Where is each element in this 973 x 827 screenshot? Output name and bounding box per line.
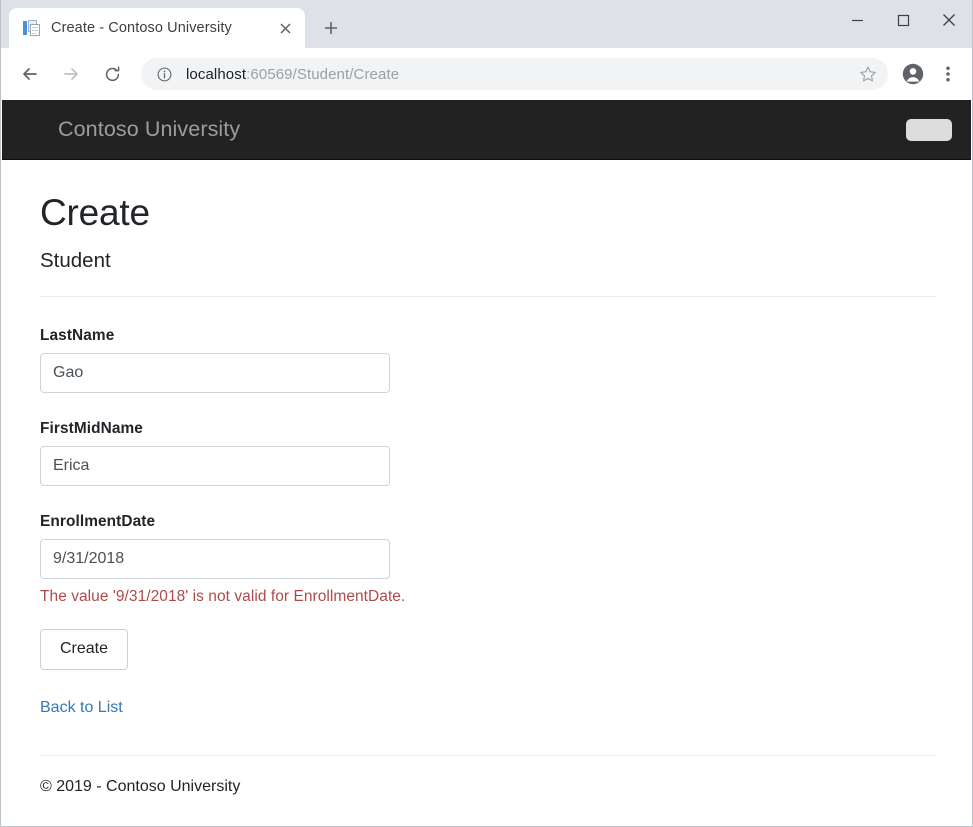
browser-tab[interactable]: Create - Contoso University xyxy=(9,8,305,48)
minimize-icon[interactable] xyxy=(834,0,880,40)
url-path: :60569/Student/Create xyxy=(246,66,399,83)
back-arrow-icon[interactable] xyxy=(15,59,45,89)
input-lastname[interactable] xyxy=(40,353,390,393)
input-enrollmentdate[interactable] xyxy=(40,539,390,579)
navbar-toggler-button[interactable] xyxy=(906,119,952,141)
footer-copyright: © 2019 - Contoso University xyxy=(40,778,935,796)
page-subtitle: Student xyxy=(40,249,935,274)
label-firstmidname: FirstMidName xyxy=(40,420,935,438)
page-viewport: Contoso University Create Student LastNa… xyxy=(2,100,971,826)
site-footer: © 2019 - Contoso University xyxy=(40,755,935,796)
create-student-form: LastName FirstMidName EnrollmentDate The… xyxy=(40,327,935,669)
page-title: Create xyxy=(40,192,935,235)
url-host: localhost xyxy=(186,66,246,83)
star-icon[interactable] xyxy=(854,60,882,88)
form-group-firstmidname: FirstMidName xyxy=(40,420,935,486)
address-bar[interactable]: localhost:60569/Student/Create xyxy=(141,58,888,90)
form-group-enrollmentdate: EnrollmentDate The value '9/31/2018' is … xyxy=(40,513,935,606)
address-bar-text: localhost:60569/Student/Create xyxy=(186,66,848,83)
navbar-brand[interactable]: Contoso University xyxy=(58,117,240,142)
document-icon xyxy=(23,20,40,37)
close-icon[interactable] xyxy=(926,0,972,40)
new-tab-button[interactable] xyxy=(315,12,347,44)
forward-arrow-icon xyxy=(56,59,86,89)
reload-icon[interactable] xyxy=(97,59,127,89)
kebab-menu-icon[interactable] xyxy=(934,59,962,89)
maximize-icon[interactable] xyxy=(880,0,926,40)
label-lastname: LastName xyxy=(40,327,935,345)
tab-title: Create - Contoso University xyxy=(51,20,267,36)
browser-toolbar: localhost:60569/Student/Create xyxy=(1,48,972,100)
info-circle-icon[interactable] xyxy=(155,65,173,83)
window-controls xyxy=(834,0,972,40)
create-button[interactable]: Create xyxy=(40,629,128,669)
back-link-wrapper: Back to List xyxy=(40,699,935,717)
close-icon[interactable] xyxy=(273,16,297,40)
validation-error-enrollmentdate: The value '9/31/2018' is not valid for E… xyxy=(40,588,935,606)
site-navbar: Contoso University xyxy=(2,100,971,160)
page-container: Create Student LastName FirstMidName Enr… xyxy=(2,192,971,796)
back-to-list-link[interactable]: Back to List xyxy=(40,699,123,717)
browser-tabstrip: Create - Contoso University xyxy=(1,0,972,48)
header-divider xyxy=(40,296,937,297)
footer-divider xyxy=(40,755,937,756)
label-enrollmentdate: EnrollmentDate xyxy=(40,513,935,531)
browser-window: Create - Contoso University xyxy=(0,0,973,827)
form-group-submit: Create xyxy=(40,629,935,669)
input-firstmidname[interactable] xyxy=(40,446,390,486)
account-circle-icon[interactable] xyxy=(898,59,928,89)
form-group-lastname: LastName xyxy=(40,327,935,393)
